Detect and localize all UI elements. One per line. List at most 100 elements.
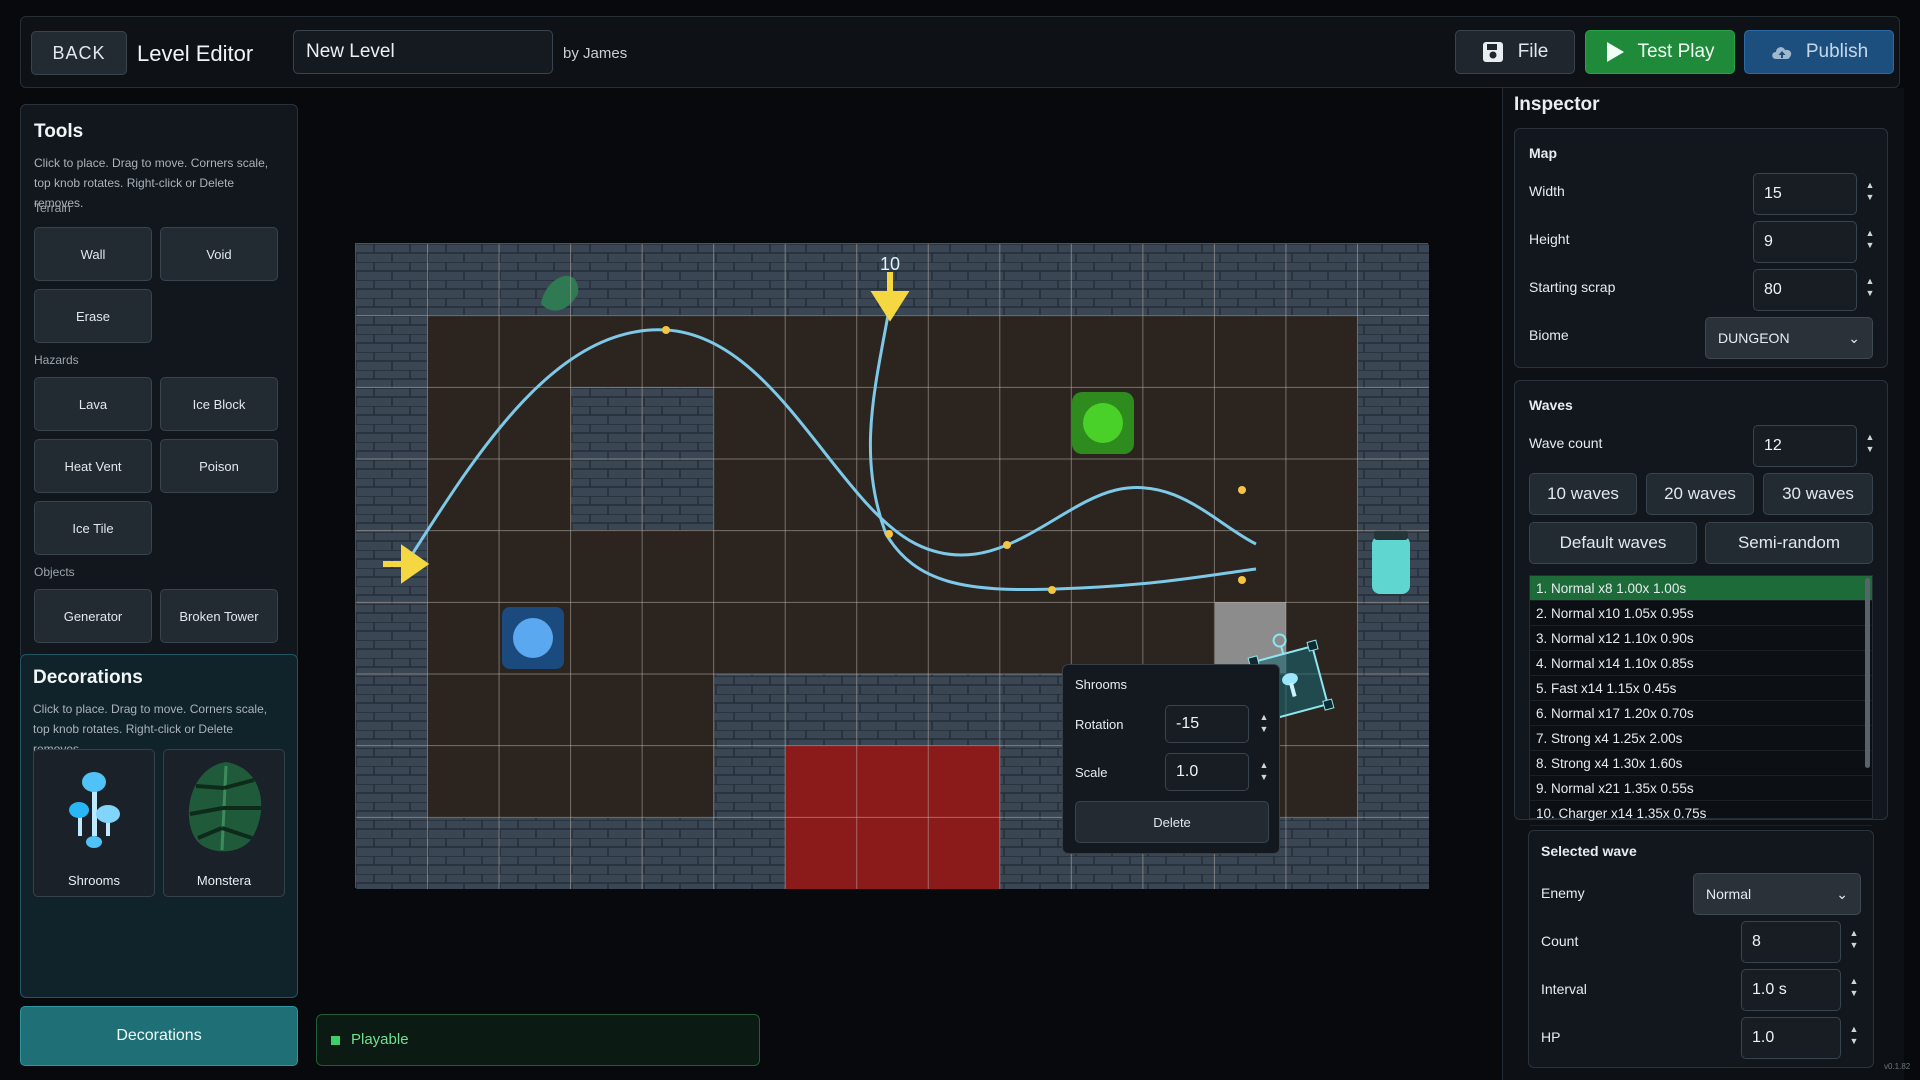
preset-10-waves-button[interactable]: 10 waves	[1529, 473, 1637, 515]
tools-title: Tools	[34, 121, 84, 142]
map-section: Map Width 15 ▲ ▼ Height 9 ▲ ▼ Starting scr…	[1514, 128, 1888, 368]
semi-random-button[interactable]: Semi-random	[1705, 522, 1873, 564]
file-label: File	[1517, 41, 1549, 62]
inspector-title: Inspector	[1514, 94, 1600, 115]
starting-scrap-stepper[interactable]: ▲ ▼	[1863, 275, 1877, 299]
decoration-popup: Shrooms Rotation -15 ▲ ▼ Scale 1.0 ▲ ▼ Del…	[1062, 664, 1280, 854]
tool-heat-vent[interactable]: Heat Vent	[34, 439, 152, 493]
count-label: Count	[1541, 933, 1579, 949]
map-title: Map	[1529, 145, 1557, 161]
wave-count-stepper[interactable]: ▲ ▼	[1863, 431, 1877, 455]
wave-list-item[interactable]: 2. Normal x10 1.05x 0.95s	[1530, 601, 1872, 626]
waves-title: Waves	[1529, 397, 1573, 413]
wave-list-item[interactable]: 4. Normal x14 1.10x 0.85s	[1530, 651, 1872, 676]
selected-wave-title: Selected wave	[1541, 843, 1637, 859]
wave-list[interactable]: 1. Normal x8 1.00x 1.00s 2. Normal x10 1…	[1529, 575, 1873, 826]
cloud-upload-icon	[1772, 47, 1792, 59]
scale-input[interactable]: 1.0	[1165, 753, 1249, 791]
tool-poison[interactable]: Poison	[160, 439, 278, 493]
tool-void[interactable]: Void	[160, 227, 278, 281]
height-stepper[interactable]: ▲ ▼	[1863, 227, 1877, 251]
biome-value: DUNGEON	[1718, 330, 1790, 346]
author-byline: by James	[563, 45, 628, 62]
count-stepper[interactable]: ▲ ▼	[1847, 927, 1861, 951]
interval-input[interactable]: 1.0 s	[1741, 969, 1841, 1011]
test-play-button[interactable]: Test Play	[1585, 30, 1735, 74]
wave-list-item[interactable]: 1. Normal x8 1.00x 1.00s	[1530, 576, 1872, 601]
wave-list-item[interactable]: 10. Charger x14 1.35x 0.75s	[1530, 801, 1872, 826]
tool-ice-block[interactable]: Ice Block	[160, 377, 278, 431]
play-icon	[1607, 42, 1625, 62]
file-button[interactable]: File	[1455, 30, 1575, 74]
hazards-section-label: Hazards	[34, 353, 79, 367]
status-label: Playable	[351, 1031, 409, 1048]
popup-title: Shrooms	[1075, 677, 1128, 692]
preset-30-waves-button[interactable]: 30 waves	[1763, 473, 1873, 515]
biome-select[interactable]: DUNGEON ⌄	[1705, 317, 1873, 359]
width-input[interactable]: 15	[1753, 173, 1857, 215]
wave-count-label: Wave count	[1529, 435, 1603, 451]
wave-count-input[interactable]: 12	[1753, 425, 1857, 467]
rotation-stepper[interactable]: ▲ ▼	[1257, 711, 1271, 735]
decoration-monstera-label: Monstera	[196, 873, 252, 888]
biome-label: Biome	[1529, 327, 1569, 343]
top-bar: BACK Level Editor by James File Test Pla…	[20, 16, 1900, 88]
monstera-icon	[188, 762, 262, 852]
back-button[interactable]: BACK	[31, 31, 127, 75]
waves-section: Waves Wave count 12 ▲ ▼ 10 waves 20 waves…	[1514, 380, 1888, 826]
enemy-select[interactable]: Normal ⌄	[1693, 873, 1861, 915]
interval-label: Interval	[1541, 981, 1587, 997]
publish-button[interactable]: Publish	[1744, 30, 1894, 74]
width-label: Width	[1529, 183, 1565, 199]
selected-wave-section: Selected wave Enemy Normal ⌄ Count 8 ▲ ▼ …	[1528, 830, 1874, 1068]
wave-list-scrollbar[interactable]	[1865, 578, 1870, 768]
test-play-label: Test Play	[1637, 41, 1715, 62]
page-title: Level Editor	[137, 41, 254, 66]
decorations-tab[interactable]: Decorations	[20, 1006, 298, 1066]
chevron-down-icon: ⌄	[1836, 885, 1848, 902]
save-icon	[1482, 42, 1503, 62]
tools-panel: Tools Click to place. Drag to move. Corn…	[20, 104, 298, 660]
preset-20-waves-button[interactable]: 20 waves	[1646, 473, 1754, 515]
tool-wall[interactable]: Wall	[34, 227, 152, 281]
tool-ice-tile[interactable]: Ice Tile	[34, 501, 152, 555]
tool-erase[interactable]: Erase	[34, 289, 152, 343]
delete-decoration-button[interactable]: Delete	[1075, 801, 1269, 843]
rotation-input[interactable]: -15	[1165, 705, 1249, 743]
wave-list-item[interactable]: 3. Normal x12 1.10x 0.90s	[1530, 626, 1872, 651]
enemy-value: Normal	[1706, 886, 1752, 902]
width-stepper[interactable]: ▲ ▼	[1863, 179, 1877, 203]
shrooms-icon	[69, 772, 120, 848]
playable-status: Playable	[316, 1014, 760, 1066]
wave-list-item[interactable]: 6. Normal x17 1.20x 0.70s	[1530, 701, 1872, 726]
wave-list-item[interactable]: 5. Fast x14 1.15x 0.45s	[1530, 676, 1872, 701]
starting-scrap-input[interactable]: 80	[1753, 269, 1857, 311]
scale-label: Scale	[1075, 765, 1108, 780]
tools-hint: Click to place. Drag to move. Corners sc…	[34, 156, 269, 210]
hp-stepper[interactable]: ▲ ▼	[1847, 1023, 1861, 1047]
height-input[interactable]: 9	[1753, 221, 1857, 263]
publish-label: Publish	[1805, 41, 1869, 62]
wave-list-item[interactable]: 7. Strong x4 1.25x 2.00s	[1530, 726, 1872, 751]
decoration-shrooms-card[interactable]: Shrooms	[33, 749, 155, 897]
enemy-label: Enemy	[1541, 885, 1585, 901]
count-input[interactable]: 8	[1741, 921, 1841, 963]
goal-jar	[1372, 536, 1410, 594]
tool-lava[interactable]: Lava	[34, 377, 152, 431]
level-name-input[interactable]	[293, 30, 553, 74]
version-label: v0.1.82	[1884, 1062, 1911, 1071]
tool-broken-tower[interactable]: Broken Tower	[160, 589, 278, 643]
rotation-label: Rotation	[1075, 717, 1124, 732]
tool-generator[interactable]: Generator	[34, 589, 152, 643]
wave-list-item[interactable]: 9. Normal x21 1.35x 0.55s	[1530, 776, 1872, 801]
starting-scrap-label: Starting scrap	[1529, 279, 1616, 295]
hp-label: HP	[1541, 1029, 1561, 1045]
scale-stepper[interactable]: ▲ ▼	[1257, 759, 1271, 783]
default-waves-button[interactable]: Default waves	[1529, 522, 1697, 564]
decorations-panel: Decorations Click to place. Drag to move…	[20, 654, 298, 998]
interval-stepper[interactable]: ▲ ▼	[1847, 975, 1861, 999]
wave-list-item[interactable]: 8. Strong x4 1.30x 1.60s	[1530, 751, 1872, 776]
hp-input[interactable]: 1.0	[1741, 1017, 1841, 1059]
decoration-monstera-card[interactable]: Monstera	[163, 749, 285, 897]
spawn-count: 10	[880, 254, 900, 274]
